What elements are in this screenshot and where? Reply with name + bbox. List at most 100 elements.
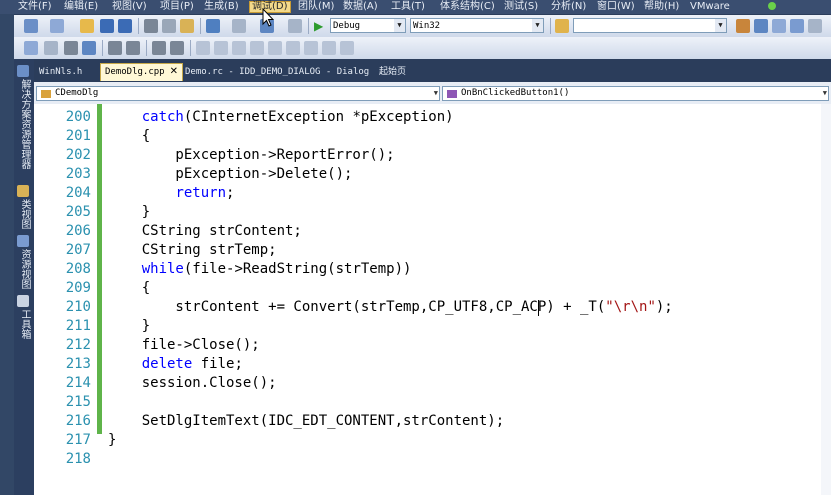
toolbox-tab[interactable]: 工具箱 xyxy=(17,309,31,339)
code-line: { xyxy=(108,280,151,296)
menu-file[interactable]: 文件(F) xyxy=(18,2,52,12)
save-all-icon[interactable] xyxy=(118,19,132,33)
menu-test[interactable]: 测试(S) xyxy=(504,2,538,12)
line-number: 209 xyxy=(65,280,91,296)
toolbox-icon[interactable] xyxy=(790,19,804,33)
solution-config-value: Debug xyxy=(333,21,361,31)
line-number: 208 xyxy=(65,261,91,277)
document-tabs: WinNls.h DemoDlg.cpp ✕ Demo.rc - IDD_DEMO… xyxy=(34,59,831,81)
start-debugging-icon[interactable]: ▶ xyxy=(314,19,328,33)
mouse-cursor-icon xyxy=(262,8,274,27)
line-number: 217 xyxy=(65,432,91,448)
menu-bar: 文件(F) 编辑(E) 视图(V) 项目(P) 生成(B) 调试(D) 团队(M… xyxy=(0,0,831,14)
properties-icon[interactable] xyxy=(754,19,768,33)
code-line: } xyxy=(108,204,151,220)
cut-icon[interactable] xyxy=(144,19,158,33)
complete-word-icon[interactable] xyxy=(82,41,96,55)
menu-architecture[interactable]: 体系结构(C) xyxy=(440,2,495,12)
next-bookmark-document-icon[interactable] xyxy=(304,41,318,55)
open-file-icon[interactable] xyxy=(80,19,94,33)
toolbar-options-icon[interactable] xyxy=(340,41,354,55)
member-list-icon[interactable] xyxy=(24,41,38,55)
class-select[interactable]: CDemoDlg ▼ xyxy=(36,86,440,101)
undo-icon[interactable] xyxy=(206,19,220,33)
line-number: 218 xyxy=(65,451,91,467)
code-line: catch(CInternetException *pException) xyxy=(141,109,454,125)
line-number: 215 xyxy=(65,394,91,410)
toolbar-separator xyxy=(102,40,103,56)
outdent-icon[interactable] xyxy=(108,41,122,55)
menu-analyze[interactable]: 分析(N) xyxy=(551,2,586,12)
object-browser-icon[interactable] xyxy=(772,19,786,33)
close-icon[interactable]: ✕ xyxy=(170,66,178,77)
indent-icon[interactable] xyxy=(126,41,140,55)
line-number: 204 xyxy=(65,185,91,201)
tab-demodlg-cpp[interactable]: DemoDlg.cpp ✕ xyxy=(100,63,183,81)
resource-view-tab[interactable]: 资源视图 xyxy=(17,249,31,289)
line-number: 214 xyxy=(65,375,91,391)
tab-label: WinNls.h xyxy=(39,67,83,77)
platform-value: Win32 xyxy=(413,21,441,31)
tab-start-page[interactable]: 起始页 xyxy=(375,64,410,80)
menu-edit[interactable]: 编辑(E) xyxy=(64,2,98,12)
start-page-icon[interactable] xyxy=(808,19,822,33)
text-caret xyxy=(538,300,539,316)
previous-bookmark-folder-icon[interactable] xyxy=(250,41,264,55)
menu-project[interactable]: 项目(P) xyxy=(160,2,194,12)
redo-icon[interactable] xyxy=(232,19,246,33)
quick-info-icon[interactable] xyxy=(64,41,78,55)
menu-data[interactable]: 数据(A) xyxy=(343,2,378,12)
line-number: 203 xyxy=(65,166,91,182)
paste-icon[interactable] xyxy=(180,19,194,33)
left-strip xyxy=(0,14,14,495)
toolbar-separator xyxy=(200,18,201,34)
find-combo[interactable]: ▼ xyxy=(573,18,727,33)
tool-window-dock: 解决方案资源管理器 类视图 资源视图 工具箱 xyxy=(14,59,34,495)
bookmark-icon[interactable] xyxy=(196,41,210,55)
class-icon xyxy=(41,90,51,98)
copy-icon[interactable] xyxy=(162,19,176,33)
find-in-files-icon[interactable] xyxy=(555,19,569,33)
menu-window[interactable]: 窗口(W) xyxy=(597,2,635,12)
menu-vmware[interactable]: VMware xyxy=(690,2,730,12)
clear-bookmarks-icon[interactable] xyxy=(322,41,336,55)
navigate-forward-icon[interactable] xyxy=(288,19,302,33)
parameter-info-icon[interactable] xyxy=(44,41,58,55)
menu-build[interactable]: 生成(B) xyxy=(204,2,239,12)
menu-team[interactable]: 团队(M) xyxy=(298,2,334,12)
class-view-tab[interactable]: 类视图 xyxy=(17,199,31,229)
member-select[interactable]: OnBnClickedButton1() ▼ xyxy=(442,86,829,101)
code-line: } xyxy=(108,432,117,448)
tab-demo-rc-dialog[interactable]: Demo.rc - IDD_DEMO_DIALOG - Dialog xyxy=(181,64,373,80)
save-icon[interactable] xyxy=(100,19,114,33)
solution-explorer-tab[interactable]: 解决方案资源管理器 xyxy=(17,79,31,169)
code-line: pException->Delete(); xyxy=(108,166,353,182)
comment-icon[interactable] xyxy=(152,41,166,55)
code-editor[interactable]: 200 catch(CInternetException *pException… xyxy=(34,104,831,495)
code-line: } xyxy=(108,318,151,334)
next-bookmark-icon[interactable] xyxy=(232,41,246,55)
previous-bookmark-document-icon[interactable] xyxy=(286,41,300,55)
platform-select[interactable]: Win32 ▼ xyxy=(410,18,544,33)
code-line: { xyxy=(108,128,151,144)
menu-view[interactable]: 视图(V) xyxy=(112,2,147,12)
add-item-icon[interactable] xyxy=(50,19,64,33)
new-project-icon[interactable] xyxy=(24,19,38,33)
solution-explorer-icon[interactable] xyxy=(736,19,750,33)
tab-winnls-h[interactable]: WinNls.h xyxy=(35,64,86,80)
next-bookmark-folder-icon[interactable] xyxy=(268,41,282,55)
menu-help[interactable]: 帮助(H) xyxy=(644,2,679,12)
uncomment-icon[interactable] xyxy=(170,41,184,55)
previous-bookmark-icon[interactable] xyxy=(214,41,228,55)
line-number: 206 xyxy=(65,223,91,239)
code-line: SetDlgItemText(IDC_EDT_CONTENT,strConten… xyxy=(108,413,505,429)
line-number: 207 xyxy=(65,242,91,258)
member-select-value: OnBnClickedButton1() xyxy=(461,88,570,98)
solution-config-select[interactable]: Debug ▼ xyxy=(330,18,406,33)
editor-vertical-scrollbar[interactable] xyxy=(821,104,831,495)
chevron-down-icon: ▼ xyxy=(394,19,405,32)
change-tracking-bar xyxy=(97,104,102,434)
line-number: 201 xyxy=(65,128,91,144)
menu-tools[interactable]: 工具(T) xyxy=(391,2,425,12)
toolbox-icon xyxy=(17,295,29,307)
